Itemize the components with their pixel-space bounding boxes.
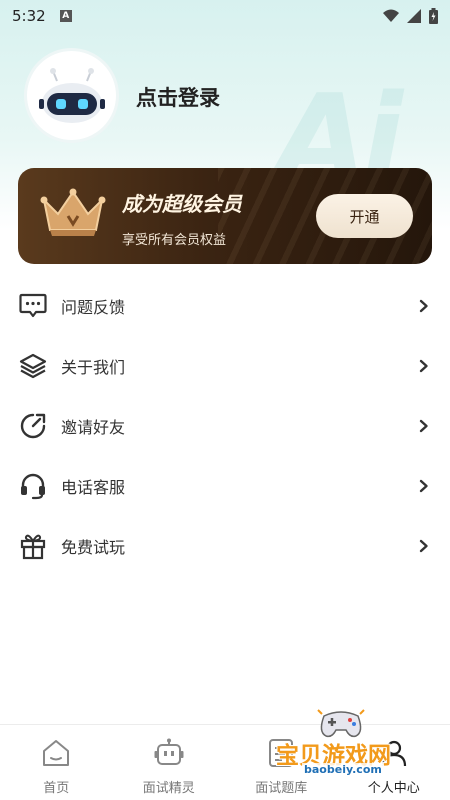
vip-card[interactable]: 成为超级会员 享受所有会员权益 开通 xyxy=(18,168,432,264)
feedback-icon xyxy=(18,291,48,321)
chevron-right-icon xyxy=(416,298,432,314)
menu-item-phone-support[interactable]: 电话客服 xyxy=(0,456,450,516)
chevron-right-icon xyxy=(416,478,432,494)
chevron-right-icon xyxy=(416,538,432,554)
menu-item-invite[interactable]: 邀请好友 xyxy=(0,396,450,456)
status-time: 5:32 xyxy=(12,7,46,25)
layers-icon xyxy=(18,351,48,381)
menu-label-free-trial: 免费试玩 xyxy=(61,538,126,557)
home-icon xyxy=(40,737,72,769)
menu-label-invite: 邀请好友 xyxy=(61,418,126,437)
avatar[interactable] xyxy=(24,48,119,143)
menu-label-about: 关于我们 xyxy=(61,358,126,377)
notification-icon: A xyxy=(59,10,72,22)
chevron-right-icon xyxy=(416,358,432,374)
gift-icon xyxy=(18,531,48,561)
tab-interview-bot[interactable]: 面试精灵 xyxy=(113,725,226,800)
question-bank-icon xyxy=(265,737,297,769)
robot-icon xyxy=(153,737,185,769)
battery-icon xyxy=(429,8,438,24)
menu-item-about[interactable]: 关于我们 xyxy=(0,336,450,396)
wifi-icon xyxy=(383,9,399,22)
robot-avatar-icon xyxy=(38,67,105,123)
tab-label-question-bank: 面试题库 xyxy=(255,781,308,796)
tab-label-interview-bot: 面试精灵 xyxy=(142,781,195,796)
bottom-tab-bar: 首页 面试精灵 面试题库 个人中心 xyxy=(0,724,450,800)
menu-item-free-trial[interactable]: 免费试玩 xyxy=(0,516,450,576)
chevron-right-icon xyxy=(416,418,432,434)
menu-item-feedback[interactable]: 问题反馈 xyxy=(0,276,450,336)
tab-profile[interactable]: 个人中心 xyxy=(338,725,450,800)
login-link[interactable]: 点击登录 xyxy=(136,82,220,112)
menu-label-feedback: 问题反馈 xyxy=(61,298,126,317)
crown-icon xyxy=(40,188,106,236)
vip-activate-button[interactable]: 开通 xyxy=(316,194,413,238)
status-bar: 5:32 A xyxy=(0,0,450,32)
vip-title: 成为超级会员 xyxy=(122,192,242,216)
refresh-icon xyxy=(18,411,48,441)
tab-question-bank[interactable]: 面试题库 xyxy=(225,725,338,800)
settings-menu: 问题反馈 关于我们 邀请好友 电话客服 免费试玩 xyxy=(0,276,450,576)
headset-icon xyxy=(18,471,48,501)
user-icon xyxy=(378,737,410,769)
tab-label-home: 首页 xyxy=(43,781,70,796)
vip-subtitle: 享受所有会员权益 xyxy=(122,233,227,248)
signal-icon xyxy=(407,9,421,23)
tab-home[interactable]: 首页 xyxy=(0,725,113,800)
tab-label-profile: 个人中心 xyxy=(367,781,420,796)
menu-label-phone-support: 电话客服 xyxy=(61,478,126,497)
